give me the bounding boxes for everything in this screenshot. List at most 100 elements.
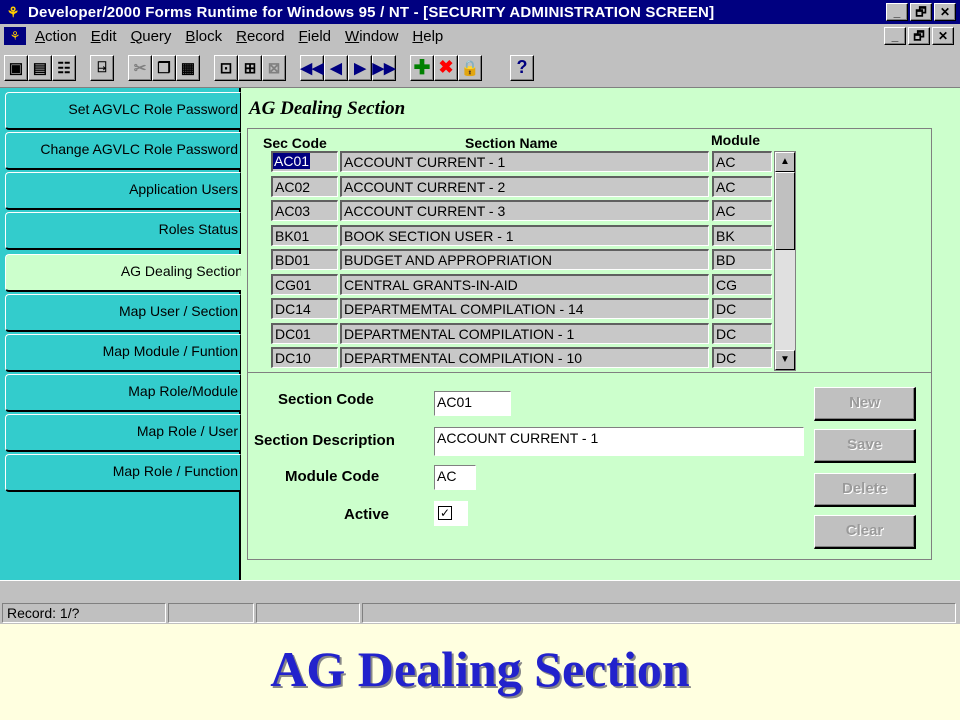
tab-map-role-function[interactable]: Map Role / Function (5, 454, 241, 492)
section-name-cell[interactable]: ACCOUNT CURRENT - 3 (340, 200, 709, 221)
section-name-cell[interactable]: DEPARTMENTAL COMPILATION - 10 (340, 347, 709, 368)
print-setup-icon[interactable]: ☷ (52, 54, 76, 81)
tab-application-users[interactable]: Application Users (5, 172, 241, 210)
sec-code-cell[interactable]: AC02 (271, 176, 338, 197)
mdi-close-button[interactable]: ✕ (932, 27, 954, 45)
menu-accel: R (236, 27, 247, 45)
module-cell[interactable]: DC (712, 323, 772, 344)
toolbar: ▣ ▤ ☷ ⍈ ✂ ❐ ▦ ⊡ ⊞ ⊠ ◀◀ ◀ ▶ ▶▶ ✚ ✖ 🔒 ? (0, 48, 960, 88)
checkbox-check-icon: ✓ (438, 506, 452, 520)
sec-code-cell[interactable]: AC01 (271, 151, 338, 172)
sec-code-cell[interactable]: DC01 (271, 323, 338, 344)
minimize-button[interactable]: _ (886, 3, 908, 21)
tab-ag-dealing-section[interactable]: AG Dealing Section (5, 254, 245, 292)
next-record-icon[interactable]: ▶ (348, 54, 372, 81)
tab-map-role-user[interactable]: Map Role / User (5, 414, 241, 452)
module-cell[interactable]: AC (712, 151, 772, 172)
tab-roles-status[interactable]: Roles Status (5, 212, 241, 250)
paste-icon[interactable]: ▦ (176, 54, 200, 81)
first-record-icon[interactable]: ◀◀ (300, 54, 324, 81)
help-icon[interactable]: ? (510, 54, 534, 81)
section-name-cell[interactable]: DEPARTMENTAL COMPILATION - 1 (340, 323, 709, 344)
module-cell[interactable]: BK (712, 225, 772, 246)
tab-change-agvlc-role-password[interactable]: Change AGVLC Role Password (5, 132, 241, 170)
menu-help[interactable]: Help (407, 28, 452, 45)
section-name-cell[interactable]: ACCOUNT CURRENT - 1 (340, 151, 709, 172)
tab-map-module-function[interactable]: Map Module / Funtion (5, 334, 241, 372)
menu-field[interactable]: Field (294, 28, 341, 45)
section-description-label: Section Description (254, 432, 395, 449)
mdi-restore-button[interactable]: 🗗 (908, 27, 930, 45)
menu-bar: ⚘ Action Edit Query Block Record Field W… (0, 24, 960, 48)
delete-button[interactable]: Delete (814, 473, 916, 507)
module-cell[interactable]: BD (712, 249, 772, 270)
tab-map-role-module[interactable]: Map Role/Module (5, 374, 241, 412)
active-checkbox[interactable]: ✓ (434, 501, 468, 526)
section-name-cell[interactable]: BUDGET AND APPROPRIATION (340, 249, 709, 270)
last-record-icon[interactable]: ▶▶ (372, 54, 396, 81)
exit-icon[interactable]: ⍈ (90, 54, 114, 81)
cancel-query-icon[interactable]: ⊠ (262, 54, 286, 81)
section-code-field[interactable]: AC01 (434, 391, 511, 416)
menu-action[interactable]: Action (30, 28, 86, 45)
mdi-minimize-button[interactable]: _ (884, 27, 906, 45)
sec-code-cell[interactable]: BD01 (271, 249, 338, 270)
sec-code-cell[interactable]: DC14 (271, 298, 338, 319)
document-window-icon[interactable]: ⚘ (4, 27, 26, 45)
module-cell[interactable]: CG (712, 274, 772, 295)
enter-query-icon[interactable]: ⊡ (214, 54, 238, 81)
menu-label: ction (45, 27, 77, 45)
scroll-up-icon[interactable]: ▲ (775, 152, 795, 172)
lock-record-icon[interactable]: 🔒 (458, 54, 482, 81)
execute-query-icon[interactable]: ⊞ (238, 54, 262, 81)
sec-code-cell[interactable]: DC10 (271, 347, 338, 368)
delete-record-icon[interactable]: ✖ (434, 54, 458, 81)
module-cell[interactable]: DC (712, 347, 772, 368)
restore-button[interactable]: 🗗 (910, 3, 932, 21)
section-name-cell[interactable]: ACCOUNT CURRENT - 2 (340, 176, 709, 197)
tab-set-agvlc-role-password[interactable]: Set AGVLC Role Password (5, 92, 241, 130)
section-name-cell[interactable]: BOOK SECTION USER - 1 (340, 225, 709, 246)
selected-text: AC01 (273, 153, 311, 169)
sec-code-cell[interactable]: AC03 (271, 200, 338, 221)
menu-edit[interactable]: Edit (86, 28, 126, 45)
print-icon[interactable]: ▤ (28, 54, 52, 81)
module-code-field[interactable]: AC (434, 465, 476, 490)
menu-query[interactable]: Query (126, 28, 181, 45)
module-cell[interactable]: AC (712, 176, 772, 197)
new-button[interactable]: New (814, 387, 916, 421)
module-cell[interactable]: AC (712, 200, 772, 221)
tab-map-user-section[interactable]: Map User / Section (5, 294, 241, 332)
sec-code-cell[interactable]: CG01 (271, 274, 338, 295)
scroll-down-icon[interactable]: ▼ (775, 350, 795, 370)
save-icon[interactable]: ▣ (4, 54, 28, 81)
clear-button[interactable]: Clear (814, 515, 916, 549)
section-description-field[interactable]: ACCOUNT CURRENT - 1 (434, 427, 804, 456)
active-label: Active (344, 506, 390, 523)
cut-icon[interactable]: ✂ (128, 54, 152, 81)
previous-record-icon[interactable]: ◀ (324, 54, 348, 81)
col-header-section-name: Section Name (465, 135, 558, 151)
close-button[interactable]: ✕ (934, 3, 956, 21)
section-name-cell[interactable]: CENTRAL GRANTS-IN-AID (340, 274, 709, 295)
save-button[interactable]: Save (814, 429, 916, 463)
copy-icon[interactable]: ❐ (152, 54, 176, 81)
status-field-3 (256, 603, 360, 623)
menu-window[interactable]: Window (340, 28, 407, 45)
ag-dealing-section-canvas: AG Dealing Section Sec Code Section Name… (241, 88, 960, 580)
module-cell[interactable]: DC (712, 298, 772, 319)
title-bar[interactable]: ⚘ Developer/2000 Forms Runtime for Windo… (0, 0, 960, 24)
menu-record[interactable]: Record (231, 28, 293, 45)
col-header-module: Module (711, 132, 760, 148)
grid-scrollbar[interactable]: ▲ ▼ (774, 151, 796, 371)
menu-block[interactable]: Block (180, 28, 231, 45)
oracle-forms-app-icon[interactable]: ⚘ (4, 3, 22, 21)
section-title: AG Dealing Section (249, 98, 406, 119)
slide-caption: AG Dealing Section (270, 641, 690, 697)
scroll-thumb[interactable] (775, 172, 795, 250)
sec-code-cell[interactable]: BK01 (271, 225, 338, 246)
insert-record-icon[interactable]: ✚ (410, 54, 434, 81)
menu-label: uery (142, 27, 172, 45)
menu-accel: E (90, 27, 101, 45)
section-name-cell[interactable]: DEPARTMEMTAL COMPILATION - 14 (340, 298, 709, 319)
